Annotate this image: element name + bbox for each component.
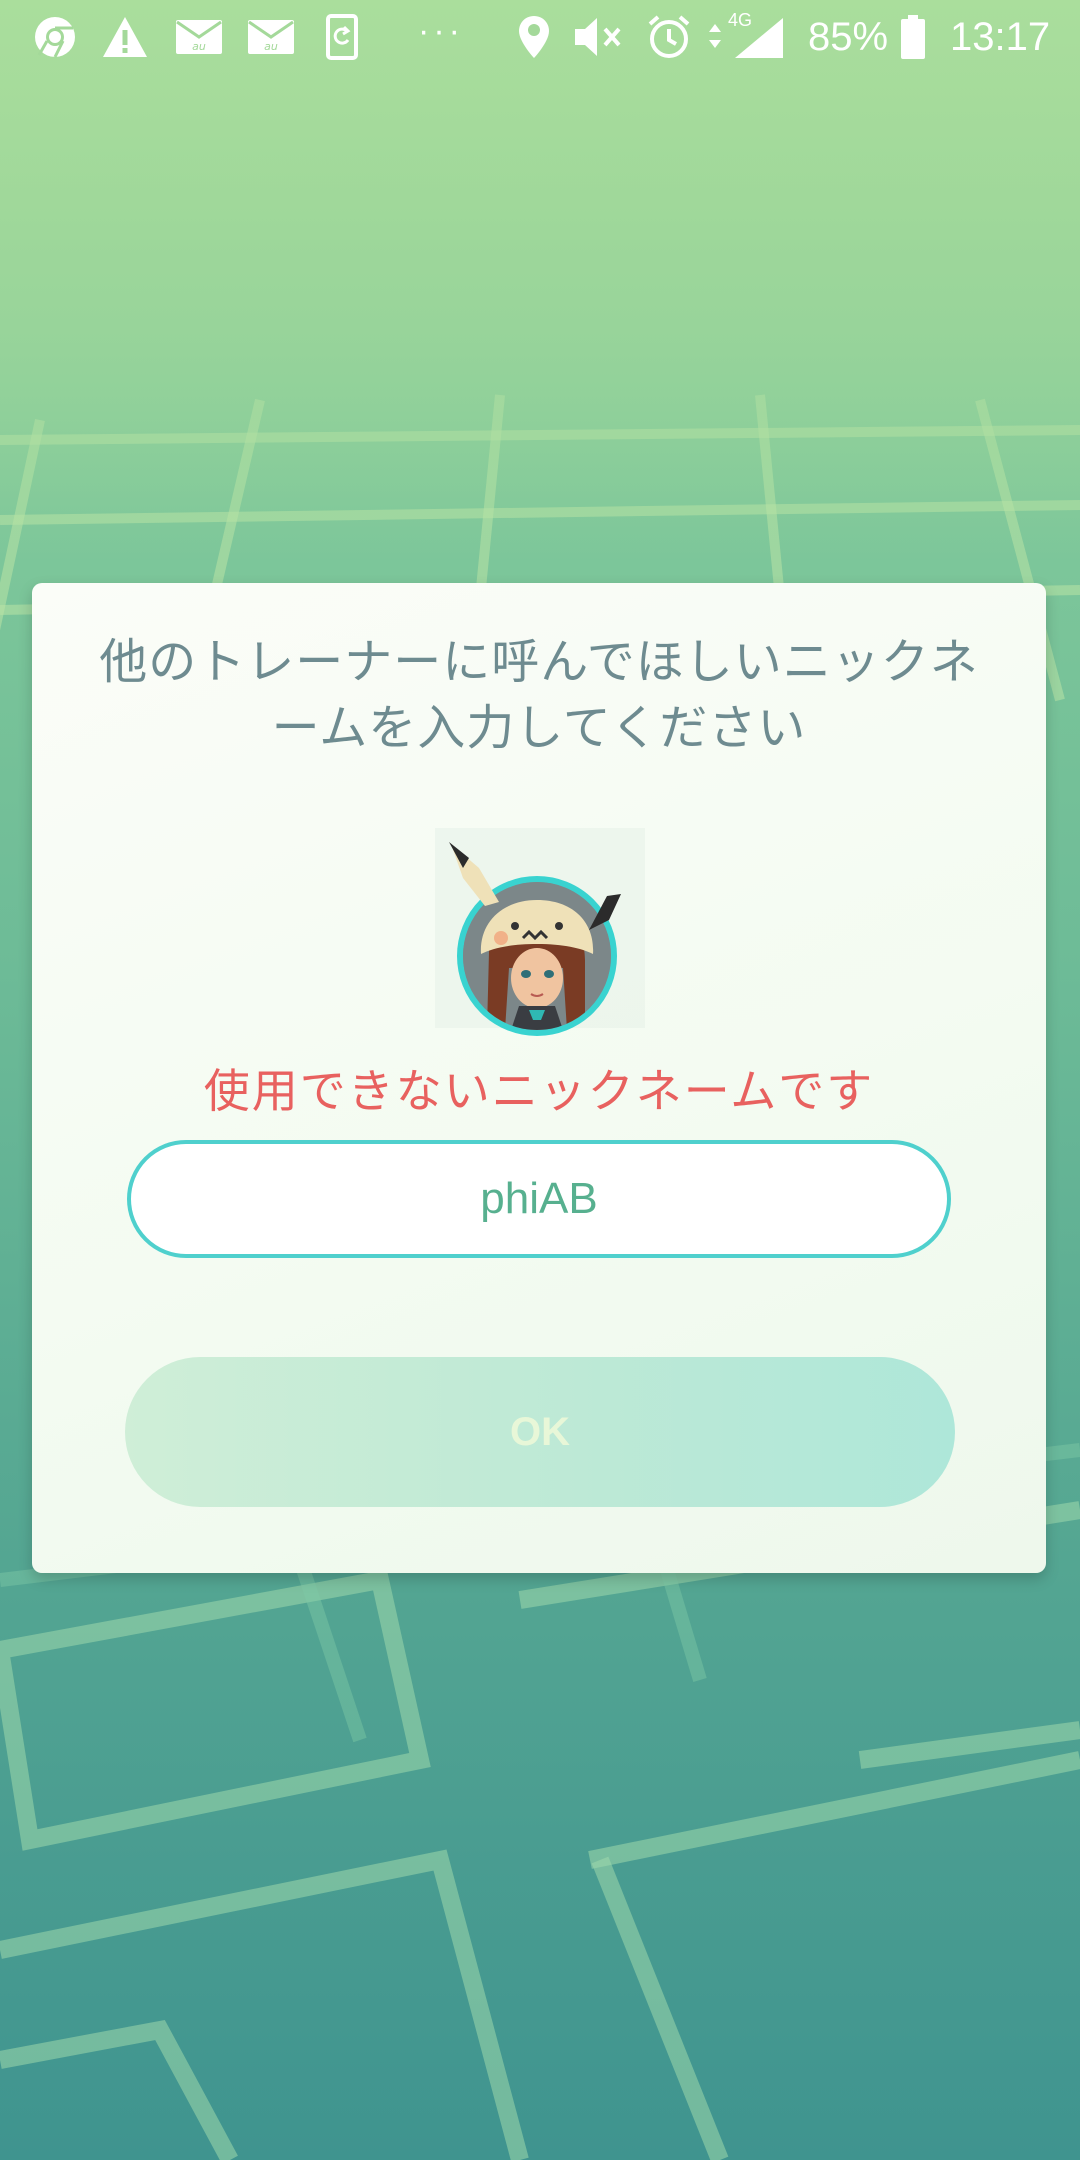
nickname-input[interactable]: phiAB bbox=[127, 1140, 951, 1258]
alarm-icon bbox=[645, 12, 693, 62]
mute-icon bbox=[572, 12, 628, 62]
mail-icon: au bbox=[174, 12, 224, 62]
location-icon bbox=[514, 12, 554, 62]
app-screen: au au ··· 4G 85% 13:17 他のトレーナーに呼んでほしいニック… bbox=[0, 0, 1080, 2160]
hat-ear-right-icon bbox=[589, 894, 621, 930]
clock: 13:17 bbox=[950, 15, 1051, 59]
signal-icon bbox=[704, 12, 786, 62]
battery-percent: 85% bbox=[808, 15, 889, 59]
hat-ear-icon bbox=[449, 842, 499, 906]
status-bar: au au ··· 4G 85% 13:17 bbox=[0, 0, 1080, 76]
warning-icon bbox=[100, 12, 150, 62]
mail-icon: au bbox=[246, 12, 296, 62]
sky-fog bbox=[0, 0, 1080, 560]
mail-au-label: au bbox=[192, 40, 206, 53]
avatar bbox=[435, 828, 649, 1036]
error-message: 使用できないニックネームです bbox=[203, 1064, 875, 1118]
more-icon: ··· bbox=[418, 12, 464, 50]
chrome-icon bbox=[30, 12, 80, 62]
sync-icon bbox=[322, 12, 362, 62]
nickname-dialog: 他のトレーナーに呼んでほしいニックネームを入力してください 使用できないニックネ… bbox=[32, 583, 1046, 1573]
mail-au-label: au bbox=[264, 40, 278, 53]
battery-icon bbox=[896, 12, 930, 62]
ok-button[interactable]: OK bbox=[125, 1357, 955, 1507]
dialog-title: 他のトレーナーに呼んでほしいニックネームを入力してください bbox=[99, 634, 979, 756]
